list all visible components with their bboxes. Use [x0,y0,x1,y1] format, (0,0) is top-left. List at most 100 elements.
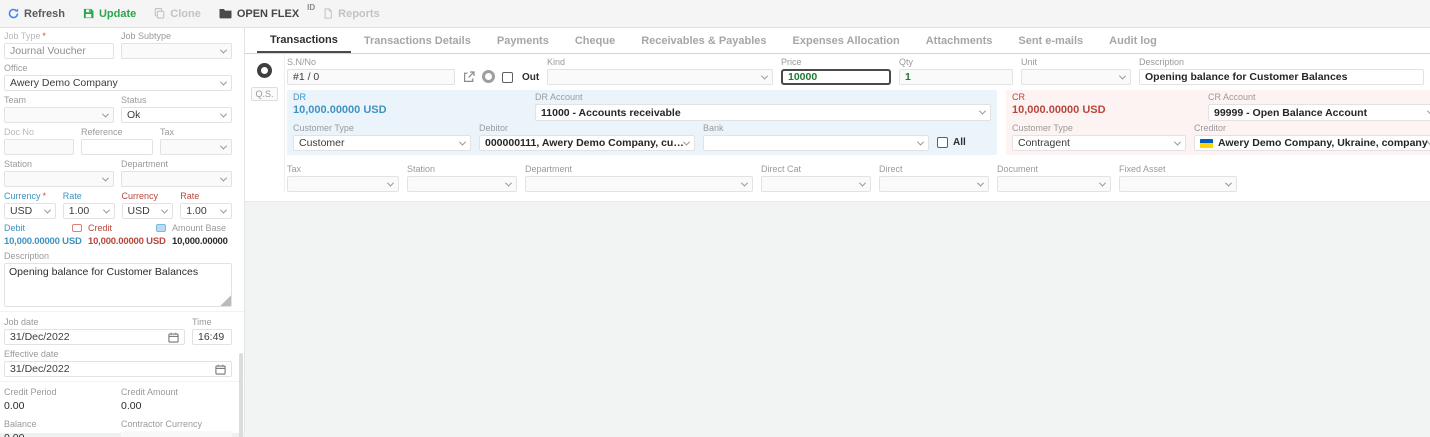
external-link-icon[interactable] [463,71,475,83]
fixed-asset-select[interactable] [1119,176,1237,192]
id-superscript[interactable]: ID [307,3,315,12]
currency-debit-label: Currency * [4,191,47,201]
chevron-down-icon [386,179,395,187]
station-select[interactable] [4,171,114,187]
doc-no-label: Doc No [4,127,35,137]
chevron-down-icon [760,72,769,80]
tab-cheque[interactable]: Cheque [562,28,628,53]
direct-label: Direct [879,164,903,174]
credit-calc-icon[interactable] [156,224,166,232]
sn-no-input[interactable]: #1 / 0 [287,69,455,85]
rate-debit-select[interactable]: 1.00 [62,203,115,219]
record-icon[interactable] [482,70,495,83]
status-label: Status [121,95,147,105]
credit-amount-label: Credit Amount [121,387,179,397]
doc-no-input[interactable] [4,139,74,155]
currency-debit-select[interactable]: USD [4,203,56,219]
chevron-down-icon [458,138,467,146]
tx-station-label: Station [407,164,436,174]
tx-department-label: Department [525,164,573,174]
dr-account-label: DR Account [535,92,583,102]
debitor-label: Debitor [479,123,509,133]
target-icon[interactable] [257,63,272,78]
document-select[interactable] [997,176,1111,192]
direct-cat-select[interactable] [761,176,871,192]
tab-sent-emails[interactable]: Sent e-mails [1005,28,1096,53]
job-type-input[interactable]: Journal Voucher [4,43,114,59]
time-label: Time [192,317,212,327]
job-date-input[interactable]: 31/Dec/2022 [4,329,185,345]
out-checkbox[interactable] [502,72,513,83]
sn-no-label: S.N/No [287,57,317,67]
open-flex-button[interactable]: OPEN FLEX [219,8,299,20]
top-toolbar: Refresh Update Clone OPEN FLEX ID Report… [0,0,1430,28]
dr-section: DR 10,000.00000 USD DR Account 11000 - A… [287,90,997,155]
bank-select[interactable] [703,135,929,151]
balance-label: Balance [4,419,37,429]
tab-attachments[interactable]: Attachments [913,28,1006,53]
fixed-asset-label: Fixed Asset [1119,164,1166,174]
calendar-icon[interactable] [168,332,179,343]
refresh-button[interactable]: Refresh [8,8,65,20]
transaction-description-input[interactable]: Opening balance for Customer Balances [1139,69,1424,85]
cr-account-select[interactable]: 99999 - Open Balance Account [1208,104,1430,121]
price-input[interactable]: 10000 [781,69,891,85]
tab-receivables-payables[interactable]: Receivables & Payables [628,28,779,53]
balance-value: 0.00 [4,431,114,437]
direct-select[interactable] [879,176,989,192]
chevron-down-icon [219,46,228,54]
description-label: Description [4,251,50,261]
save-icon [83,8,94,19]
unit-select[interactable] [1021,69,1131,85]
creditor-select[interactable]: Awery Demo Company, Ukraine, company [1194,135,1430,151]
chevron-down-icon [976,179,985,187]
tx-department-select[interactable] [525,176,753,192]
description-textarea[interactable]: Opening balance for Customer Balances [4,263,232,307]
calendar-icon[interactable] [215,364,226,375]
reports-button[interactable]: Reports [323,8,380,20]
tx-tax-select[interactable] [287,176,399,192]
qs-button[interactable]: Q.S. [251,87,278,101]
kind-select[interactable] [547,69,773,85]
department-select[interactable] [121,171,232,187]
time-input[interactable]: 16:49 [192,329,232,345]
debit-label: Debit [4,223,26,233]
office-label: Office [4,63,28,73]
dr-customer-type-select[interactable]: Customer [293,135,471,151]
all-checkbox-label: All [953,137,966,148]
status-select[interactable]: Ok [121,107,232,123]
chevron-down-icon [1426,107,1430,115]
update-button[interactable]: Update [83,8,136,20]
debit-calc-icon[interactable] [72,224,82,232]
job-type-label: Job Type * [4,31,46,41]
job-header-panel: Job Type * Journal Voucher Job Subtype Of… [0,28,245,437]
tab-expenses-allocation[interactable]: Expenses Allocation [780,28,913,53]
job-subtype-select[interactable] [121,43,232,59]
empty-content-area [245,201,1430,437]
debitor-select[interactable]: 000000111, Awery Demo Company, customer,… [479,135,695,151]
tab-payments[interactable]: Payments [484,28,562,53]
folder-icon [219,8,232,19]
tab-audit-log[interactable]: Audit log [1096,28,1170,53]
team-select[interactable] [4,107,114,123]
office-select[interactable]: Awery Demo Company [4,75,232,91]
tax-select[interactable] [160,139,232,155]
qty-input[interactable]: 1 [899,69,1013,85]
effective-date-input[interactable]: 31/Dec/2022 [4,361,232,377]
cr-customer-type-select[interactable]: Contragent [1012,135,1186,151]
dr-label: DR [293,92,306,102]
all-checkbox[interactable] [937,137,948,148]
chevron-down-icon [219,142,228,150]
left-panel-scrollbar[interactable] [239,353,243,437]
currency-credit-select[interactable]: USD [121,203,174,219]
clone-button[interactable]: Clone [154,8,201,20]
credit-amount-value: 0.00 [121,400,142,412]
chevron-down-icon [978,107,987,115]
tab-transactions[interactable]: Transactions [257,28,351,53]
tx-station-select[interactable] [407,176,517,192]
tab-transactions-details[interactable]: Transactions Details [351,28,484,53]
dr-account-select[interactable]: 11000 - Accounts receivable [535,104,991,121]
chevron-down-icon [740,179,749,187]
rate-credit-select[interactable]: 1.00 [180,203,232,219]
reference-input[interactable] [81,139,153,155]
